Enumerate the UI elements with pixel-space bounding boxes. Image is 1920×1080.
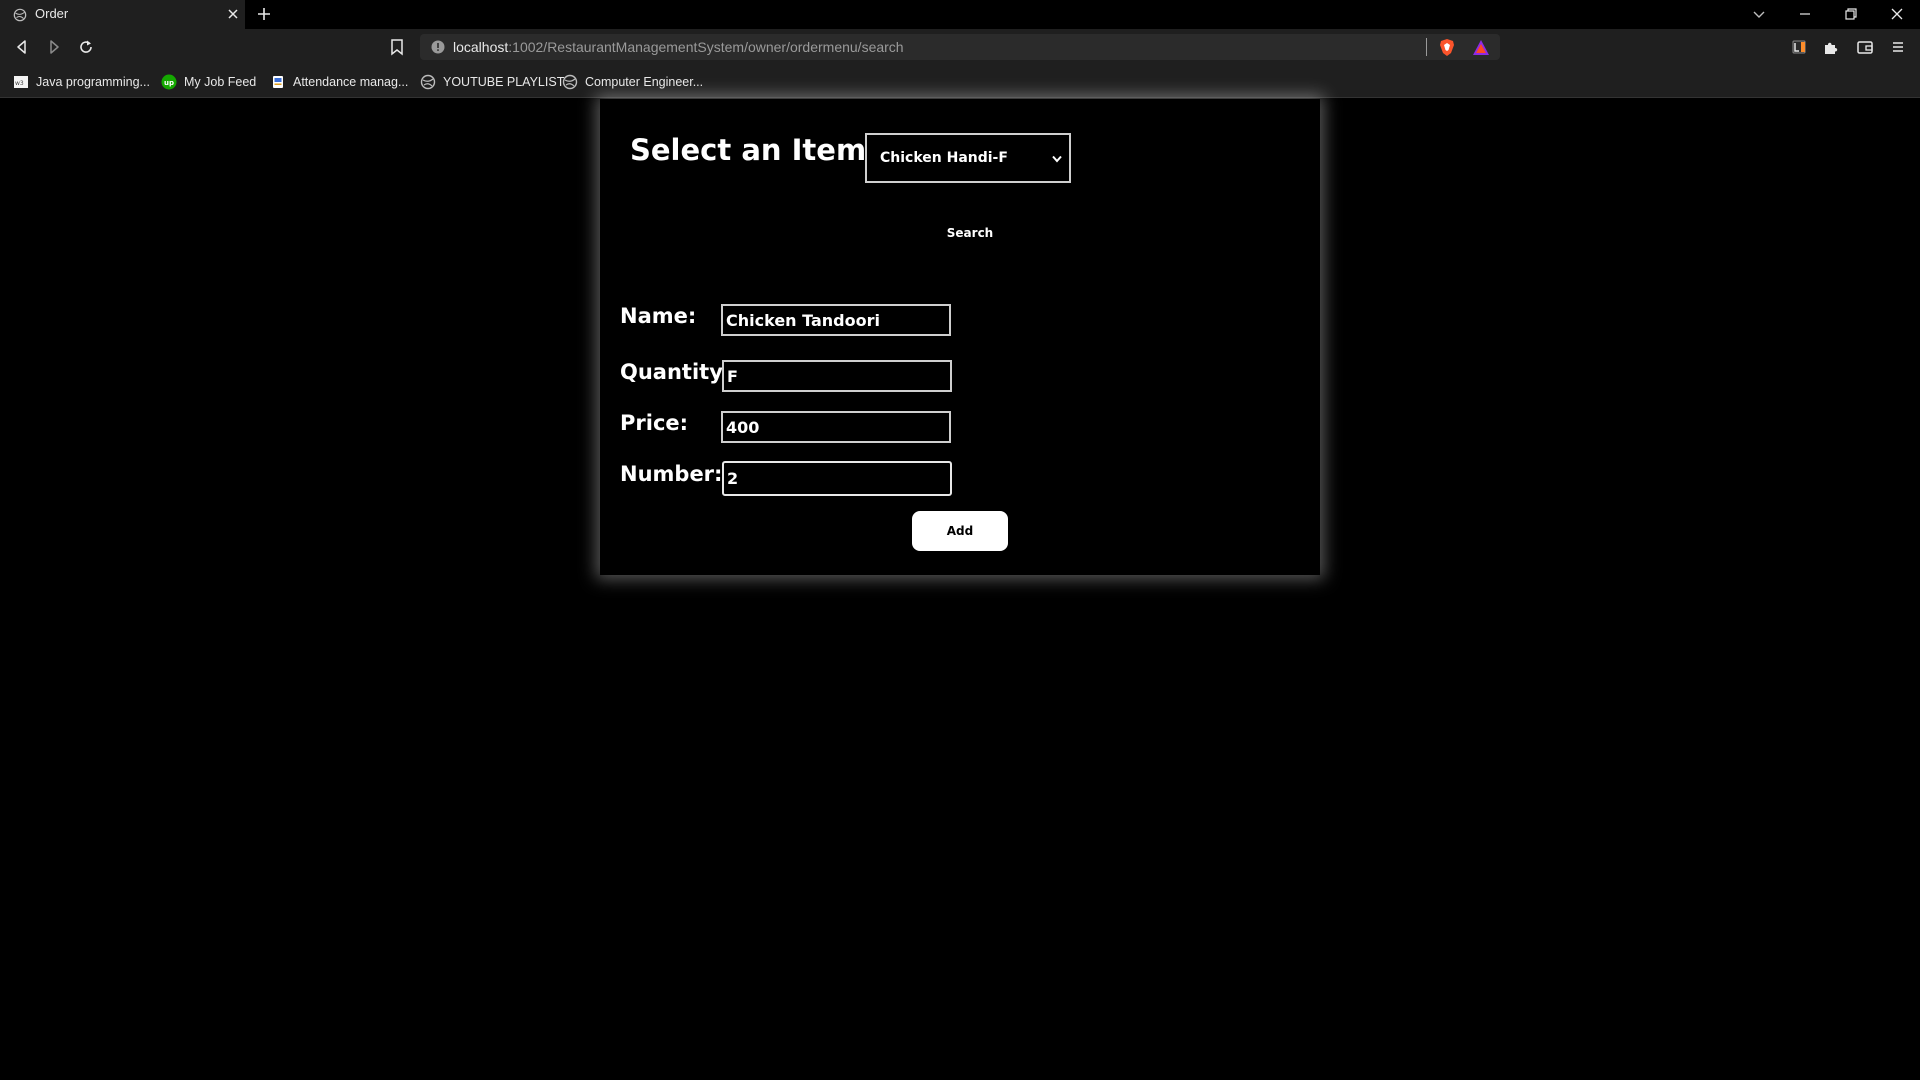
url-host: localhost — [453, 39, 509, 55]
wallet-icon[interactable] — [1856, 38, 1874, 56]
site-info-icon[interactable] — [430, 39, 446, 55]
name-field[interactable] — [721, 304, 951, 336]
reload-icon[interactable] — [77, 38, 95, 56]
bookmark-item-youtube-playlist[interactable]: YOUTUBE PLAYLIST — [420, 72, 564, 92]
quantity-field[interactable] — [722, 360, 952, 392]
browser-toolbar: localhost:1002/RestaurantManagementSyste… — [0, 29, 1920, 65]
forward-icon[interactable] — [45, 38, 63, 56]
bookmark-item-java[interactable]: w3 Java programming... — [13, 72, 150, 92]
bookmark-item-job-feed[interactable]: up My Job Feed — [161, 72, 256, 92]
page-viewport: Select an Item: Chicken Handi-F Search N… — [0, 99, 1920, 1080]
globe-icon — [13, 8, 27, 22]
search-button[interactable]: Search — [935, 221, 1005, 245]
minimize-icon[interactable] — [1796, 5, 1814, 23]
restore-icon[interactable] — [1842, 5, 1860, 23]
globe-icon — [420, 74, 436, 90]
bookmark-item-attendance[interactable]: Attendance manag... — [270, 72, 408, 92]
tab-search-chevron-icon[interactable] — [1750, 5, 1768, 23]
brave-rewards-icon[interactable] — [1472, 39, 1490, 56]
tab-strip: Order — [0, 0, 1920, 29]
chevron-down-icon — [1052, 155, 1062, 163]
url-path: :1002/RestaurantManagementSystem/owner/o… — [508, 39, 904, 55]
tab-title: Order — [35, 6, 69, 21]
attendance-icon — [273, 76, 283, 88]
upwork-icon: up — [161, 74, 177, 90]
menu-icon[interactable] — [1889, 38, 1907, 56]
back-icon[interactable] — [13, 38, 31, 56]
name-label: Name: — [620, 304, 697, 328]
extensions-puzzle-icon[interactable] — [1822, 38, 1840, 56]
bookmark-item-computer-engineer[interactable]: Computer Engineer... — [562, 72, 703, 92]
brave-shields-icon[interactable] — [1438, 38, 1456, 57]
address-bar[interactable]: localhost:1002/RestaurantManagementSyste… — [420, 34, 1500, 60]
url-text[interactable]: localhost:1002/RestaurantManagementSyste… — [453, 39, 904, 55]
number-label: Number: — [620, 462, 723, 486]
tab-order[interactable]: Order — [0, 0, 245, 29]
extension-l-icon[interactable] — [1790, 38, 1808, 56]
close-tab-icon[interactable] — [225, 6, 241, 22]
bookmarks-bar: w3 Java programming... up My Job Feed At… — [0, 65, 1920, 98]
web-icon: w3 — [14, 76, 28, 88]
price-label: Price: — [620, 411, 689, 435]
omnibox-divider — [1426, 38, 1427, 56]
item-select-value: Chicken Handi-F — [880, 150, 1008, 166]
price-field[interactable] — [721, 411, 951, 443]
select-item-label: Select an Item: — [630, 133, 878, 167]
globe-icon — [562, 74, 578, 90]
add-button[interactable]: Add — [912, 511, 1008, 551]
new-tab-icon[interactable] — [256, 6, 272, 22]
svg-text:w3: w3 — [15, 80, 24, 87]
svg-text:up: up — [164, 79, 174, 87]
bookmark-icon[interactable] — [389, 38, 405, 56]
quantity-label: Quantity: — [620, 360, 732, 384]
close-window-icon[interactable] — [1888, 5, 1906, 23]
order-card: Select an Item: Chicken Handi-F Search N… — [600, 99, 1320, 575]
item-select[interactable]: Chicken Handi-F — [865, 133, 1071, 183]
number-field[interactable] — [722, 461, 952, 496]
